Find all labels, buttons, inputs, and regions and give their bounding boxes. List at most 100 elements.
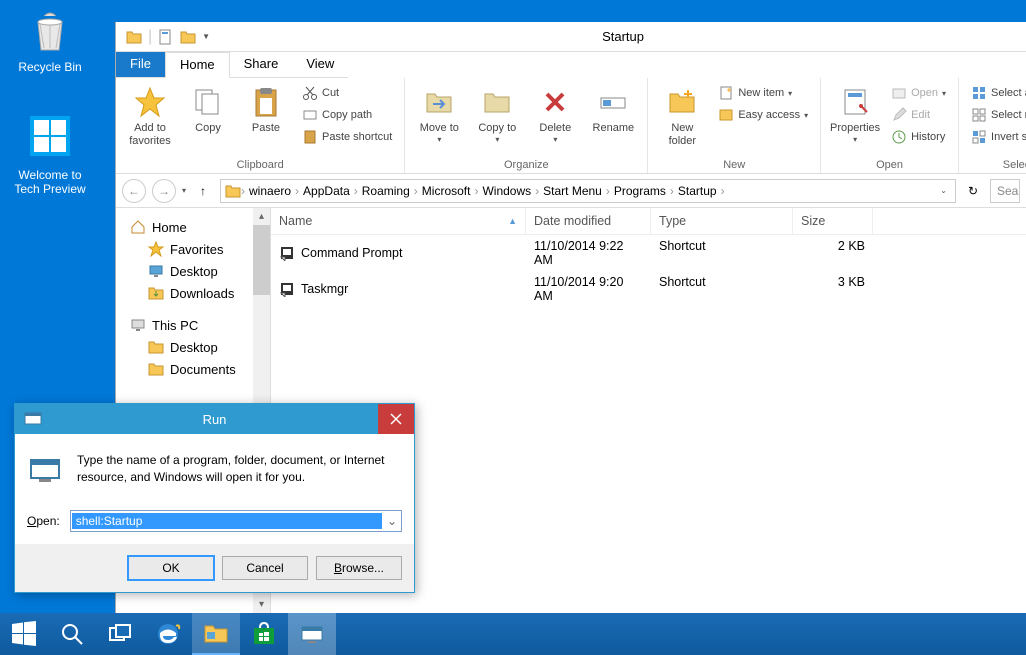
nav-favorites[interactable]: Favorites	[120, 238, 266, 260]
delete-button[interactable]: Delete▾	[529, 82, 581, 145]
col-size[interactable]: Size	[793, 208, 873, 234]
run-message: Type the name of a program, folder, docu…	[77, 452, 402, 488]
qat-dropdown-icon[interactable]: ▼	[202, 32, 210, 41]
desktop-tech-preview[interactable]: Welcome to Tech Preview	[10, 112, 90, 196]
paste-shortcut-icon	[302, 129, 318, 145]
new-folder-icon[interactable]	[180, 29, 196, 45]
forward-button[interactable]: →	[152, 179, 176, 203]
nav-documents[interactable]: Documents	[120, 358, 266, 380]
copy-path-button[interactable]: Copy path	[298, 104, 396, 126]
nav-home[interactable]: Home	[120, 216, 266, 238]
shortcut-icon	[279, 281, 295, 297]
up-button[interactable]: ↑	[192, 180, 214, 202]
tab-view[interactable]: View	[292, 52, 348, 78]
history-button[interactable]: History	[887, 126, 950, 148]
breadcrumb[interactable]: › winaero›AppData›Roaming›Microsoft›Wind…	[220, 179, 956, 203]
store-icon	[250, 620, 278, 648]
breadcrumb-segment[interactable]: Startup	[674, 184, 721, 198]
new-folder-icon	[666, 86, 698, 118]
edit-button[interactable]: Edit	[887, 104, 950, 126]
ie-button[interactable]	[144, 613, 192, 655]
address-bar-row: ← → ▾ ↑ › winaero›AppData›Roaming›Micros…	[116, 174, 1026, 208]
group-open-label: Open	[829, 157, 950, 171]
run-icon	[298, 620, 326, 648]
search-box[interactable]: Sea	[990, 179, 1020, 203]
select-all-button[interactable]: Select all	[967, 82, 1026, 104]
paste-shortcut-button[interactable]: Paste shortcut	[298, 126, 396, 148]
nav-downloads[interactable]: Downloads	[120, 282, 266, 304]
copy-path-icon	[302, 107, 318, 123]
run-app-icon	[27, 452, 63, 488]
taskbar	[0, 613, 1026, 655]
properties-icon	[839, 86, 871, 118]
store-button[interactable]	[240, 613, 288, 655]
windows-logo-icon	[30, 116, 70, 156]
ok-button[interactable]: OK	[128, 556, 214, 580]
easy-access-button[interactable]: Easy access ▾	[714, 104, 812, 126]
col-date[interactable]: Date modified	[526, 208, 651, 234]
nav-desktop[interactable]: Desktop	[120, 260, 266, 282]
desktop-recycle-bin[interactable]: Recycle Bin	[10, 8, 90, 74]
nav-desktop2[interactable]: Desktop	[120, 336, 266, 358]
close-button[interactable]	[378, 404, 414, 434]
new-folder-button[interactable]: New folder	[656, 82, 708, 148]
cut-button[interactable]: Cut	[298, 82, 396, 104]
breadcrumb-segment[interactable]: Start Menu	[539, 184, 606, 198]
windows-icon	[10, 620, 38, 648]
col-name[interactable]: Name▲	[271, 208, 526, 234]
taskview-button[interactable]	[96, 613, 144, 655]
scissors-icon	[302, 85, 318, 101]
run-taskbar-button[interactable]	[288, 613, 336, 655]
folder-icon[interactable]	[126, 29, 142, 45]
browse-button[interactable]: Browse...	[316, 556, 402, 580]
breadcrumb-segment[interactable]: AppData	[299, 184, 354, 198]
downloads-icon	[148, 285, 164, 301]
tab-file[interactable]: File	[116, 52, 165, 78]
combo-dropdown-icon[interactable]: ⌄	[383, 514, 401, 528]
new-item-button[interactable]: New item ▾	[714, 82, 812, 104]
run-titlebar[interactable]: Run	[15, 404, 414, 434]
breadcrumb-segment[interactable]: Roaming	[358, 184, 414, 198]
history-dropdown-icon[interactable]: ▾	[182, 186, 186, 195]
col-type[interactable]: Type	[651, 208, 793, 234]
rename-button[interactable]: Rename	[587, 82, 639, 135]
back-button[interactable]: ←	[122, 179, 146, 203]
explorer-taskbar-button[interactable]	[192, 613, 240, 655]
move-to-icon	[423, 86, 455, 118]
search-icon	[58, 620, 86, 648]
file-row[interactable]: Command Prompt11/10/2014 9:22 AMShortcut…	[271, 235, 1026, 271]
breadcrumb-segment[interactable]: winaero	[245, 184, 295, 198]
nav-this-pc[interactable]: This PC	[120, 314, 266, 336]
breadcrumb-segment[interactable]: Windows	[478, 184, 535, 198]
titlebar: | ▼ Startup	[116, 22, 1026, 52]
add-to-favorites-button[interactable]: Add to favorites	[124, 82, 176, 148]
group-new-label: New	[656, 157, 812, 171]
address-dropdown-icon[interactable]: ⌄	[940, 186, 947, 195]
cancel-button[interactable]: Cancel	[222, 556, 308, 580]
run-input[interactable]: shell:Startup ⌄	[70, 510, 402, 532]
star-icon	[134, 86, 166, 118]
run-dialog: Run Type the name of a program, folder, …	[14, 403, 415, 593]
invert-selection-button[interactable]: Invert selection	[967, 126, 1026, 148]
breadcrumb-segment[interactable]: Microsoft	[418, 184, 475, 198]
properties-icon[interactable]	[158, 29, 174, 45]
run-title: Run	[51, 412, 378, 427]
window-title: Startup	[220, 29, 1026, 44]
tab-home[interactable]: Home	[165, 52, 230, 78]
search-button[interactable]	[48, 613, 96, 655]
qat-separator: |	[148, 28, 152, 46]
copy-button[interactable]: Copy	[182, 82, 234, 135]
paste-button[interactable]: Paste	[240, 82, 292, 135]
group-clipboard-label: Clipboard	[124, 157, 396, 171]
select-none-button[interactable]: Select none	[967, 104, 1026, 126]
start-button[interactable]	[0, 613, 48, 655]
tab-share[interactable]: Share	[230, 52, 293, 78]
open-button[interactable]: Open ▾	[887, 82, 950, 104]
properties-button[interactable]: Properties▾	[829, 82, 881, 145]
refresh-button[interactable]: ↻	[962, 180, 984, 202]
breadcrumb-segment[interactable]: Programs	[610, 184, 670, 198]
copy-to-button[interactable]: Copy to▾	[471, 82, 523, 145]
run-input-value: shell:Startup	[72, 513, 382, 529]
move-to-button[interactable]: Move to▾	[413, 82, 465, 145]
file-row[interactable]: Taskmgr11/10/2014 9:20 AMShortcut3 KB	[271, 271, 1026, 307]
